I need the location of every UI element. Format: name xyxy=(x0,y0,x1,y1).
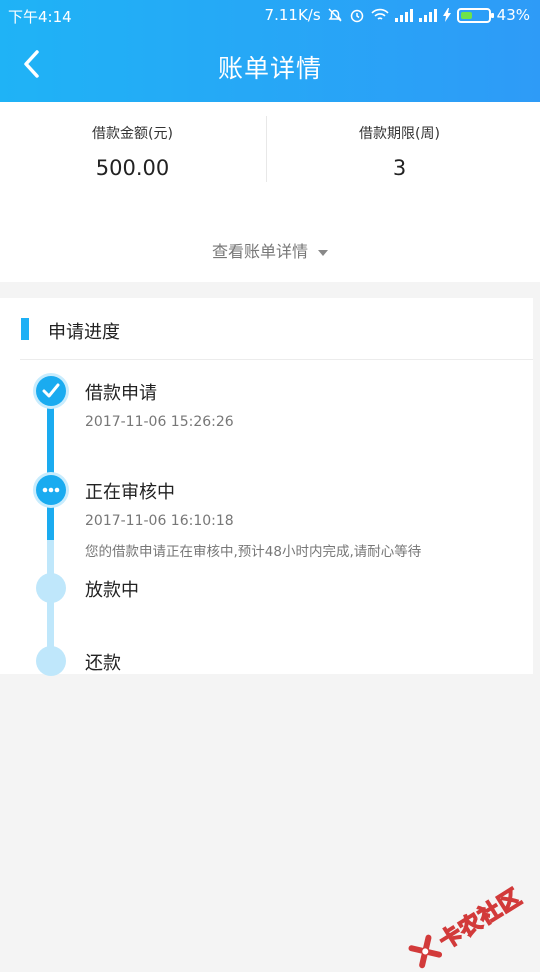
nav-bar: 账单详情 xyxy=(0,32,540,102)
view-bill-detail-label: 查看账单详情 xyxy=(212,242,308,261)
loan-term-value: 3 xyxy=(267,156,532,180)
caret-down-icon xyxy=(318,250,328,256)
step-time: 2017-11-06 15:26:26 xyxy=(85,414,234,430)
application-progress-card: 申请进度 借款申请 2017-11-06 15:26:26 正在审核中 2017… xyxy=(0,298,533,674)
status-indicators: 7.11K/s 43% xyxy=(265,6,530,24)
network-speed: 7.11K/s xyxy=(265,6,321,24)
charging-icon xyxy=(443,8,451,22)
check-icon xyxy=(42,383,60,399)
loan-amount-label: 借款金额(元) xyxy=(0,123,265,143)
view-bill-detail-button[interactable]: 查看账单详情 xyxy=(0,238,540,262)
signal-icon-2 xyxy=(419,9,437,22)
section-divider xyxy=(20,359,533,360)
wifi-icon xyxy=(371,8,389,22)
timeline-dot-pending xyxy=(36,573,66,603)
loan-amount: 借款金额(元) 500.00 xyxy=(0,102,265,182)
loan-summary-card: 借款金额(元) 500.00 借款期限(周) 3 查看账单详情 xyxy=(0,102,540,282)
timeline-dot-done xyxy=(36,376,66,406)
more-icon xyxy=(42,487,60,493)
step-title: 还款 xyxy=(85,649,121,675)
loan-amount-value: 500.00 xyxy=(0,156,265,180)
step-title: 借款申请 xyxy=(85,379,157,405)
loan-term: 借款期限(周) 3 xyxy=(267,102,532,182)
notification-off-icon xyxy=(327,7,343,23)
timeline-dot-current xyxy=(36,475,66,505)
status-time: 下午4:14 xyxy=(8,6,72,27)
watermark: 卡农社区 xyxy=(405,880,527,972)
step-note: 您的借款申请正在审核中,预计48小时内完成,请耐心等待 xyxy=(85,540,421,560)
app-header: 下午4:14 7.11K/s xyxy=(0,0,540,102)
step-title: 放款中 xyxy=(85,576,139,602)
watermark-text: 卡农社区 xyxy=(432,880,527,956)
battery-percent: 43% xyxy=(497,6,530,24)
battery-icon xyxy=(457,8,491,23)
status-bar: 下午4:14 7.11K/s xyxy=(0,0,540,32)
timeline-line-current xyxy=(47,504,54,540)
signal-icon xyxy=(395,9,413,22)
section-accent-bar xyxy=(21,318,29,340)
step-title: 正在审核中 xyxy=(85,478,175,504)
step-time: 2017-11-06 16:10:18 xyxy=(85,513,234,529)
loan-term-label: 借款期限(周) xyxy=(267,123,532,143)
alarm-icon xyxy=(349,7,365,23)
timeline-dot-pending xyxy=(36,646,66,676)
page-title: 账单详情 xyxy=(0,49,540,85)
section-title: 申请进度 xyxy=(48,318,120,344)
